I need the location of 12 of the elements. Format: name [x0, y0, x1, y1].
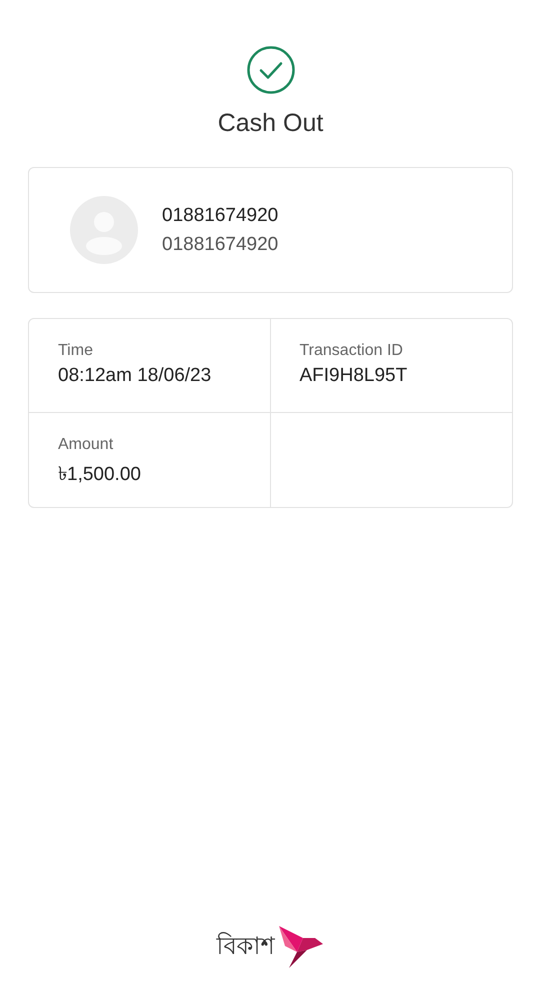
detail-value: ৳1,500.00: [58, 463, 142, 487]
detail-label: Time: [58, 342, 94, 360]
page-title: Cash Out: [218, 109, 324, 138]
detail-value: 08:12am 18/06/23: [58, 365, 212, 387]
detail-value: AFI9H8L95T: [300, 365, 408, 387]
recipient-number: 01881674920: [162, 234, 278, 256]
detail-label: Transaction ID: [300, 342, 404, 360]
recipient-name: 01881674920: [162, 204, 278, 226]
success-check-icon: [246, 45, 296, 95]
bird-logo-icon: [276, 924, 324, 970]
detail-label: Amount: [58, 436, 114, 454]
brand-name: বিকাশ: [216, 931, 274, 962]
